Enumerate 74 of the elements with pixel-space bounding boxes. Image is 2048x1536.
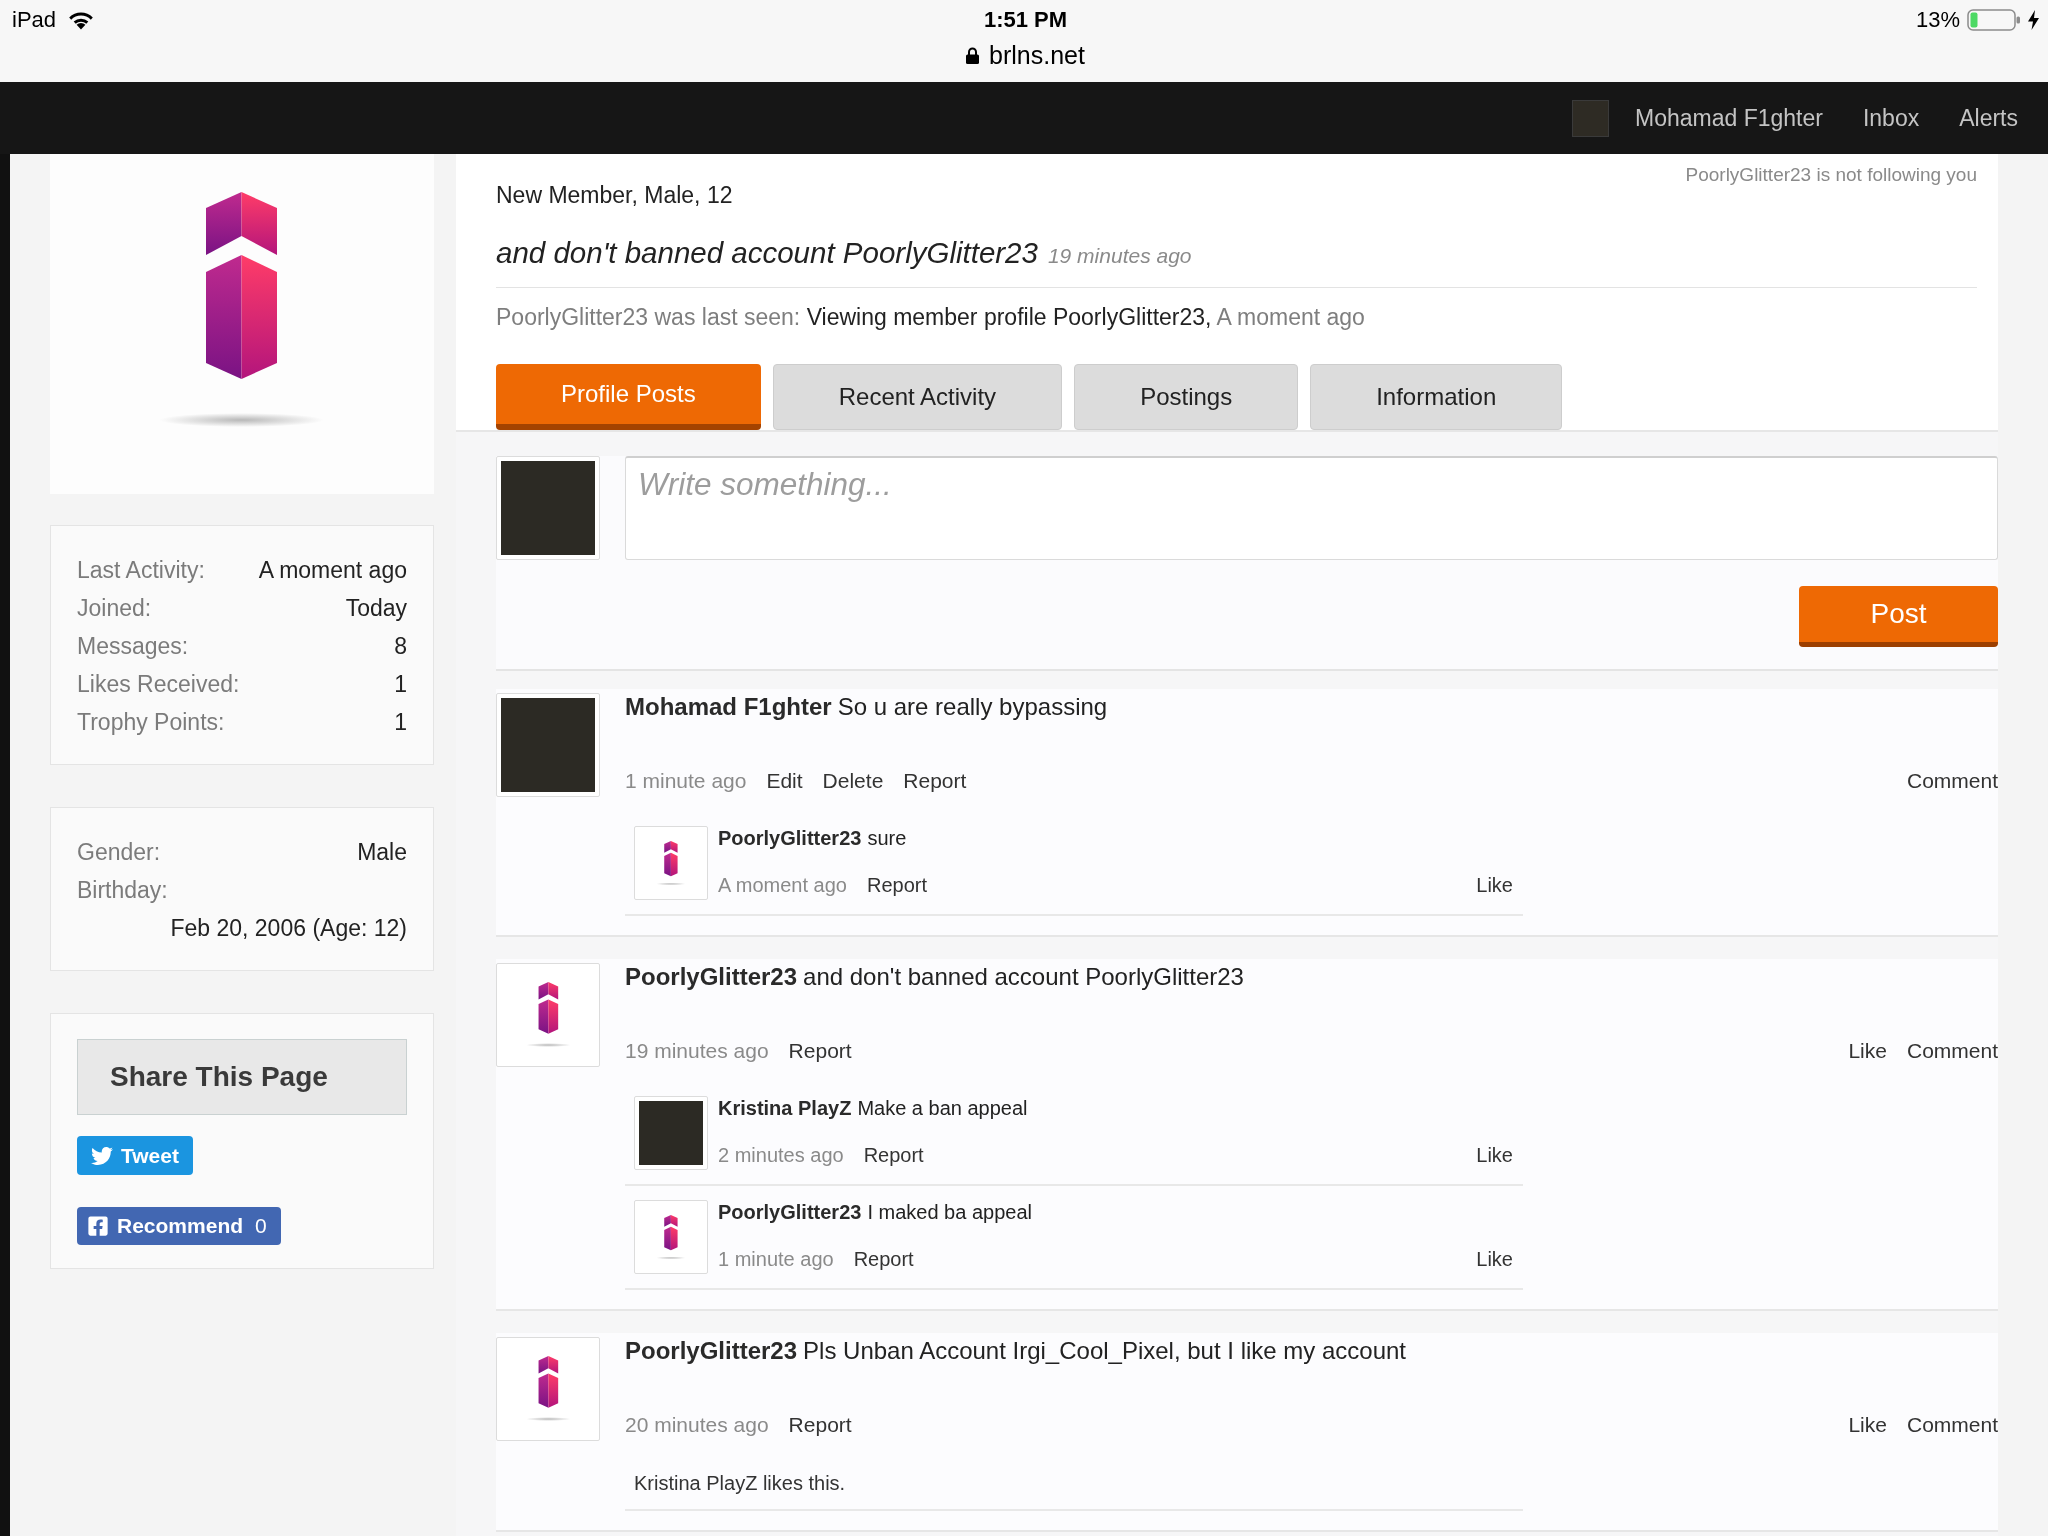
author-link[interactable]: Kristina PlayZ [718, 1097, 852, 1119]
likes-summary: Kristina PlayZ likes this. [625, 1470, 1523, 1511]
device-name: iPad [12, 6, 57, 34]
profile-tab[interactable]: Recent Activity [772, 364, 1063, 430]
comment-action-link[interactable]: Like [1476, 872, 1513, 898]
post-message: Pls Unban Account Irgi_Cool_Pixel, but I like my account [803, 1337, 1407, 1364]
comment-action-link[interactable]: Report [866, 872, 927, 898]
nav-link[interactable]: Inbox [1862, 103, 1920, 133]
last-seen-text: PoorlyGlitter23 was last seen: Viewing member profile PoorlyGlitter23, A moment ago [496, 303, 1366, 332]
author-link[interactable]: PoorlyGlitter23 [718, 1201, 862, 1223]
detail-label: Birthday: [77, 876, 168, 905]
profile-tab[interactable]: Postings [1074, 364, 1299, 430]
post-action-link[interactable]: Like [1848, 1037, 1887, 1064]
comment-time: 2 minutes ago [718, 1143, 844, 1168]
url-text[interactable]: brlns.net [989, 40, 1085, 70]
profile-tab[interactable]: Information [1310, 364, 1563, 430]
comment-message: I maked ba appeal [867, 1201, 1032, 1223]
recommend-button[interactable]: Recommend 0 [77, 1207, 281, 1245]
member-info: New Member, Male, 12 [496, 181, 733, 210]
post-action-link[interactable]: Comment [1906, 1411, 1998, 1438]
post-time: 19 minutes ago [625, 1038, 769, 1064]
comment-action-link[interactable]: Report [863, 1142, 924, 1168]
lock-icon [966, 46, 980, 64]
stat-label: Last Activity: [77, 556, 205, 585]
facebook-f-icon [87, 1215, 109, 1237]
bird-icon [91, 1144, 113, 1167]
follow-status: PoorlyGlitter23 is not following you [1685, 163, 1977, 187]
stat-label: Likes Received: [77, 670, 240, 699]
post-action-link[interactable]: Report [903, 767, 967, 794]
battery-icon [1967, 9, 2021, 31]
stat-label: Joined: [77, 594, 152, 623]
post-action-link[interactable]: Comment [1906, 767, 1998, 794]
author-link[interactable]: PoorlyGlitter23 [718, 827, 862, 849]
post-input-field[interactable]: Write something... [625, 456, 1998, 560]
wifi-icon [68, 10, 95, 30]
status-time: 19 minutes ago [1047, 243, 1192, 269]
post-time: 20 minutes ago [625, 1412, 769, 1438]
comment-message: Make a ban appeal [857, 1097, 1028, 1119]
stat-value: A moment ago [258, 556, 407, 585]
nav-link[interactable]: Alerts [1959, 103, 2018, 133]
detail-label: Gender: [77, 838, 161, 867]
stat-value: 1 [394, 670, 407, 699]
stat-label: Messages: [77, 632, 189, 661]
photo-placeholder[interactable] [1572, 99, 1609, 137]
nav-user-link[interactable]: Mohamad F1ghter [1635, 103, 1823, 133]
stat-value: 1 [394, 708, 407, 737]
post-action-link[interactable]: Report [788, 1411, 852, 1438]
post-action-link[interactable]: Delete [822, 767, 884, 794]
comment-message: sure [867, 827, 907, 849]
status-message: and don't banned account PoorlyGlitter23 [496, 235, 1038, 271]
detail-value: Feb 20, 2006 (Age: 12) [170, 914, 407, 943]
detail-value: Male [357, 838, 407, 867]
post-action-link[interactable]: Comment [1906, 1037, 1998, 1064]
stat-value: Today [345, 594, 407, 623]
post-action-link[interactable]: Edit [766, 767, 803, 794]
clock-time: 1:51 PM [983, 6, 1068, 34]
author-link[interactable]: Mohamad F1ghter [625, 693, 832, 720]
comment-action-link[interactable]: Report [853, 1246, 914, 1272]
stat-label: Trophy Points: [77, 708, 225, 737]
comment-action-link[interactable]: Like [1476, 1142, 1513, 1168]
post-action-link[interactable]: Like [1848, 1411, 1887, 1438]
comment-time: 1 minute ago [718, 1247, 834, 1272]
post-message: and don't banned account PoorlyGlitter23 [803, 963, 1244, 990]
post-action-link[interactable]: Report [788, 1037, 852, 1064]
charging-bolt-icon [2028, 10, 2039, 30]
comment-time: A moment ago [718, 873, 847, 898]
author-link[interactable]: PoorlyGlitter23 [625, 963, 798, 990]
post-message: So u are really bypassing [837, 693, 1108, 720]
post-time: 1 minute ago [625, 768, 747, 794]
author-link[interactable]: PoorlyGlitter23 [625, 1337, 798, 1364]
comment-action-link[interactable]: Like [1476, 1246, 1513, 1272]
stat-value: 8 [394, 632, 407, 661]
battery-percent: 13% [1915, 6, 1960, 34]
share-heading: Share This Page [77, 1039, 407, 1115]
